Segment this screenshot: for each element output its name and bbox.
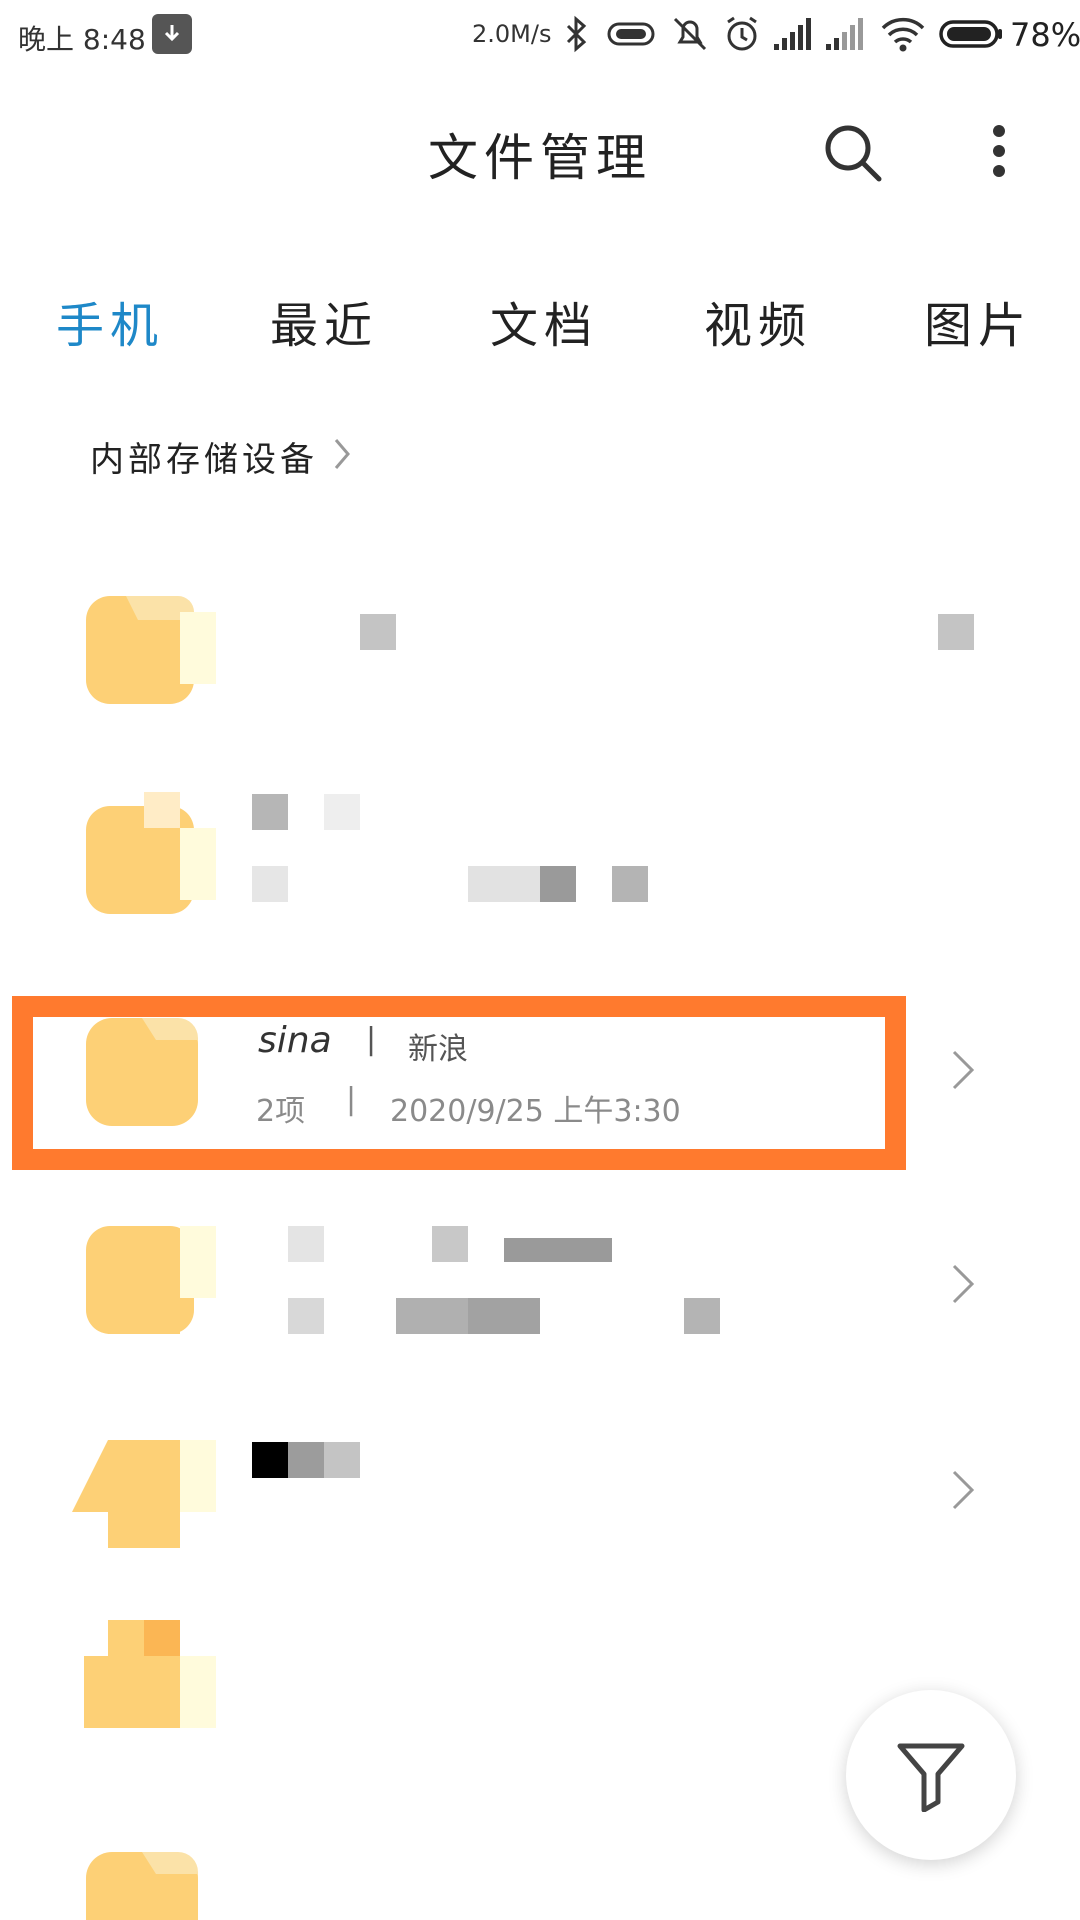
mute-icon: [673, 17, 707, 51]
chevron-right-icon: [334, 439, 350, 469]
tab-images[interactable]: 图片: [924, 286, 1032, 356]
obscured-region: [180, 1656, 216, 1728]
folder-icon: [72, 1440, 180, 1548]
status-bar: 晚上 8:48 2.0M/s 78%: [0, 0, 1080, 72]
signal-icon: [774, 18, 811, 50]
obscured-region: [180, 828, 216, 900]
obscured-region: [108, 1298, 180, 1334]
obscured-region: [288, 1226, 324, 1262]
status-time: 晚上 8:48: [18, 23, 146, 56]
chevron-right-icon: [952, 1050, 975, 1090]
obscured-region: [252, 1442, 288, 1478]
signal-2-icon: [826, 18, 863, 50]
obscured-region: [540, 866, 576, 902]
alarm-icon: [727, 16, 757, 51]
battery-icon: [939, 20, 1002, 48]
filter-button[interactable]: [846, 1690, 1016, 1860]
download-icon: [152, 14, 192, 54]
more-vertical-icon[interactable]: [984, 122, 1014, 184]
obscured-region: [324, 794, 360, 830]
obscured-region: [288, 1442, 324, 1478]
obscured-region: [324, 1442, 360, 1478]
obscured-region: [468, 866, 540, 902]
obscured-region: [252, 794, 288, 830]
obscured-region: [252, 866, 288, 902]
nfc-icon: [607, 22, 655, 46]
chevron-right-icon: [952, 1264, 975, 1304]
wifi-icon: [881, 17, 925, 52]
obscured-region: [684, 1298, 720, 1334]
obscured-region: [432, 1226, 468, 1262]
tab-documents[interactable]: 文档: [490, 286, 598, 356]
obscured-region: [84, 1656, 108, 1728]
battery-percent: 78%: [1010, 16, 1080, 54]
tab-phone[interactable]: 手机: [56, 286, 164, 356]
highlight-box: [12, 996, 906, 1170]
obscured-region: [504, 1238, 612, 1262]
obscured-region: [180, 612, 216, 684]
folder-icon: [86, 1852, 198, 1920]
obscured-region: [360, 614, 396, 650]
tab-videos[interactable]: 视频: [704, 286, 812, 356]
bluetooth-icon: [566, 15, 587, 53]
obscured-region: [288, 1298, 324, 1334]
tab-recent[interactable]: 最近: [270, 286, 378, 356]
obscured-region: [180, 1226, 216, 1298]
obscured-region: [144, 792, 180, 828]
chevron-right-icon: [952, 1470, 975, 1510]
folder-icon: [86, 596, 194, 704]
page-title: 文件管理: [428, 129, 652, 187]
breadcrumb[interactable]: 内部存储设备: [90, 432, 318, 481]
obscured-region: [612, 866, 648, 902]
obscured-region: [468, 1298, 540, 1334]
obscured-region: [144, 1620, 180, 1656]
net-speed: 2.0M/s: [472, 20, 552, 48]
obscured-region: [180, 1440, 216, 1512]
search-icon[interactable]: [822, 122, 884, 184]
obscured-region: [396, 1298, 468, 1334]
filter-icon: [897, 1743, 965, 1812]
obscured-region: [938, 614, 974, 650]
